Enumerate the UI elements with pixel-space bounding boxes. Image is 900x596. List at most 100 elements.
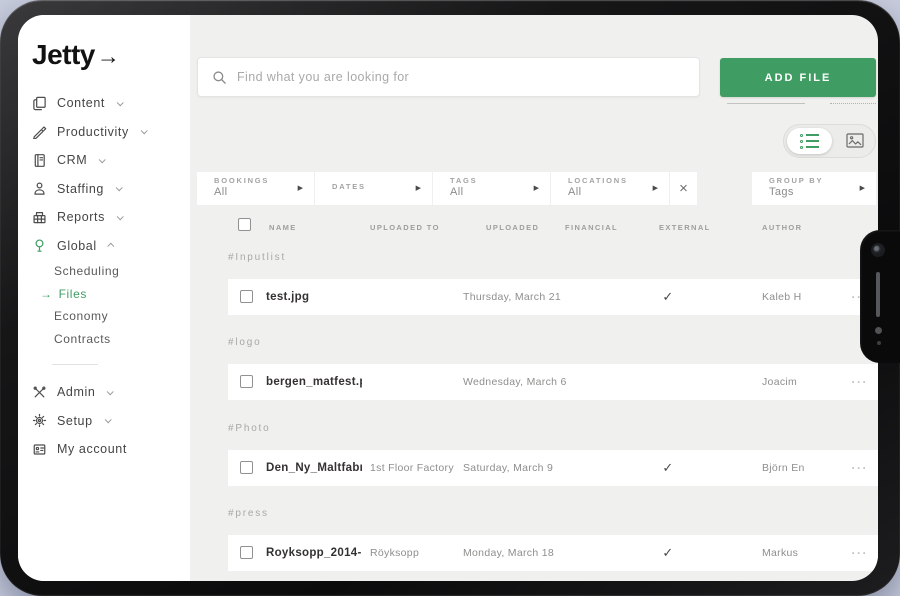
table-header: NAME UPLOADED TO UPLOADED FINANCIAL EXTE… [18, 218, 878, 236]
sidebar-item-label: CRM [57, 153, 87, 167]
cell-uploaded: Saturday, March 9 [463, 450, 553, 486]
pages-icon [32, 96, 47, 111]
external-check-icon [648, 364, 688, 400]
list-view-icon [800, 134, 819, 137]
sidebar-divider [52, 364, 98, 365]
search-icon [212, 70, 227, 85]
device-camera-module [860, 230, 900, 363]
file-name[interactable]: Den_Ny_Maltfabrik [266, 450, 362, 486]
cell-uploaded-to: 1st Floor Factory [370, 450, 454, 486]
sidebar-item-label: Content [57, 96, 105, 110]
column-header-uploaded-to: UPLOADED TO [370, 223, 440, 232]
sidebar-item-contracts[interactable]: Contracts [54, 328, 184, 351]
table-row[interactable]: Royksopp_2014-0 Röyksopp Monday, March 1… [228, 535, 878, 571]
sidebar-item-scheduling[interactable]: Scheduling [54, 260, 184, 283]
sidebar-item-admin[interactable]: Admin [32, 378, 184, 407]
sidebar-item-staffing[interactable]: Staffing [32, 175, 184, 204]
clear-filters-button[interactable]: × [670, 172, 697, 205]
row-checkbox[interactable] [240, 546, 253, 559]
column-header-name: NAME [269, 223, 297, 232]
table-row[interactable]: Den_Ny_Maltfabrik 1st Floor Factory Satu… [228, 450, 878, 486]
file-name[interactable]: test.jpg [266, 279, 309, 315]
app-screen: Jetty → Content Productivity [18, 15, 878, 581]
list-view-button[interactable] [787, 128, 832, 154]
column-header-financial: FINANCIAL [565, 223, 618, 232]
row-checkbox[interactable] [240, 290, 253, 303]
group-by-selector[interactable]: GROUP BY Tags ▶ [752, 172, 876, 205]
sidebar-item-crm[interactable]: CRM [32, 146, 184, 175]
group-tag: #press [228, 508, 269, 519]
cell-uploaded: Monday, March 18 [463, 535, 554, 571]
cell-author: Kaleb H [762, 279, 801, 315]
side-slider [876, 272, 880, 317]
file-name[interactable]: bergen_matfest.pn [266, 364, 362, 400]
sidebar-item-label: My account [57, 442, 127, 456]
external-check-icon: ✓ [648, 535, 688, 571]
cell-uploaded-to: Röyksopp [370, 535, 419, 571]
filter-bookings[interactable]: BOOKINGS All ▶ [197, 172, 314, 205]
sidebar-nav: Content Productivity CRM [32, 89, 184, 464]
caret-right-icon: ▶ [416, 184, 421, 192]
row-checkbox[interactable] [240, 375, 253, 388]
decorative-dotted-line [830, 103, 876, 104]
cell-author: Björn En [762, 450, 805, 486]
sidebar-item-label: Economy [54, 309, 108, 323]
column-header-uploaded: UPLOADED [486, 223, 539, 232]
filter-dates[interactable]: DATES ▶ [315, 172, 432, 205]
sidebar-item-label: Staffing [57, 182, 104, 196]
global-submenu: Scheduling → Files Economy Contracts [32, 260, 184, 350]
table-row[interactable]: bergen_matfest.pn Wednesday, March 6 Joa… [228, 364, 878, 400]
chevron-up-icon [107, 243, 114, 250]
chevron-down-icon [99, 156, 106, 163]
sidebar-item-label: Global [57, 239, 97, 253]
decorative-line [727, 103, 805, 104]
caret-right-icon: ▶ [653, 184, 658, 192]
chevron-down-icon [140, 128, 147, 135]
gear-icon [32, 413, 47, 428]
logo-arrow-icon: → [97, 43, 120, 70]
cell-author: Joacim [762, 364, 797, 400]
module-dot [877, 341, 881, 345]
image-view-button[interactable] [846, 133, 866, 150]
chevron-down-icon [116, 185, 123, 192]
chevron-down-icon [117, 99, 124, 106]
sidebar: Jetty → Content Productivity [18, 15, 190, 581]
filter-locations[interactable]: LOCATIONS All ▶ [551, 172, 669, 205]
view-toggle[interactable] [783, 124, 876, 158]
sidebar-item-files[interactable]: → Files [54, 283, 184, 306]
filter-tags[interactable]: TAGS All ▶ [433, 172, 550, 205]
file-name[interactable]: Royksopp_2014-0 [266, 535, 362, 571]
row-menu-button[interactable]: ··· [852, 535, 869, 571]
row-menu-button[interactable]: ··· [852, 450, 869, 486]
group-tag: #Photo [228, 423, 271, 434]
column-header-author: AUTHOR [762, 223, 802, 232]
caret-right-icon: ▶ [534, 184, 539, 192]
search-input[interactable] [237, 70, 685, 84]
person-icon [32, 181, 47, 196]
row-menu-button[interactable]: ··· [852, 364, 869, 400]
search-bar [197, 57, 700, 97]
ledger-icon [32, 153, 47, 168]
sidebar-item-label: Admin [57, 385, 95, 399]
column-header-external: EXTERNAL [659, 223, 711, 232]
sidebar-item-content[interactable]: Content [32, 89, 184, 118]
cell-uploaded: Wednesday, March 6 [463, 364, 567, 400]
sidebar-item-setup[interactable]: Setup [32, 407, 184, 436]
add-file-button[interactable]: ADD FILE [720, 58, 876, 97]
sidebar-item-my-account[interactable]: My account [32, 435, 184, 464]
table-row[interactable]: test.jpg Thursday, March 21 ✓ Kaleb H ··… [228, 279, 878, 315]
select-all-checkbox[interactable] [238, 218, 251, 231]
device-mockup: Jetty → Content Productivity [0, 0, 900, 596]
id-card-icon [32, 442, 47, 457]
row-checkbox[interactable] [240, 461, 253, 474]
sidebar-item-label: Files [59, 287, 87, 301]
sidebar-item-economy[interactable]: Economy [54, 305, 184, 328]
module-dot [875, 327, 882, 334]
cell-uploaded: Thursday, March 21 [463, 279, 561, 315]
admin-tools-icon [32, 385, 47, 400]
tools-icon [32, 124, 47, 139]
tablet-frame: Jetty → Content Productivity [0, 0, 900, 596]
chevron-down-icon [107, 388, 114, 395]
cell-author: Markus [762, 535, 798, 571]
sidebar-item-productivity[interactable]: Productivity [32, 118, 184, 147]
